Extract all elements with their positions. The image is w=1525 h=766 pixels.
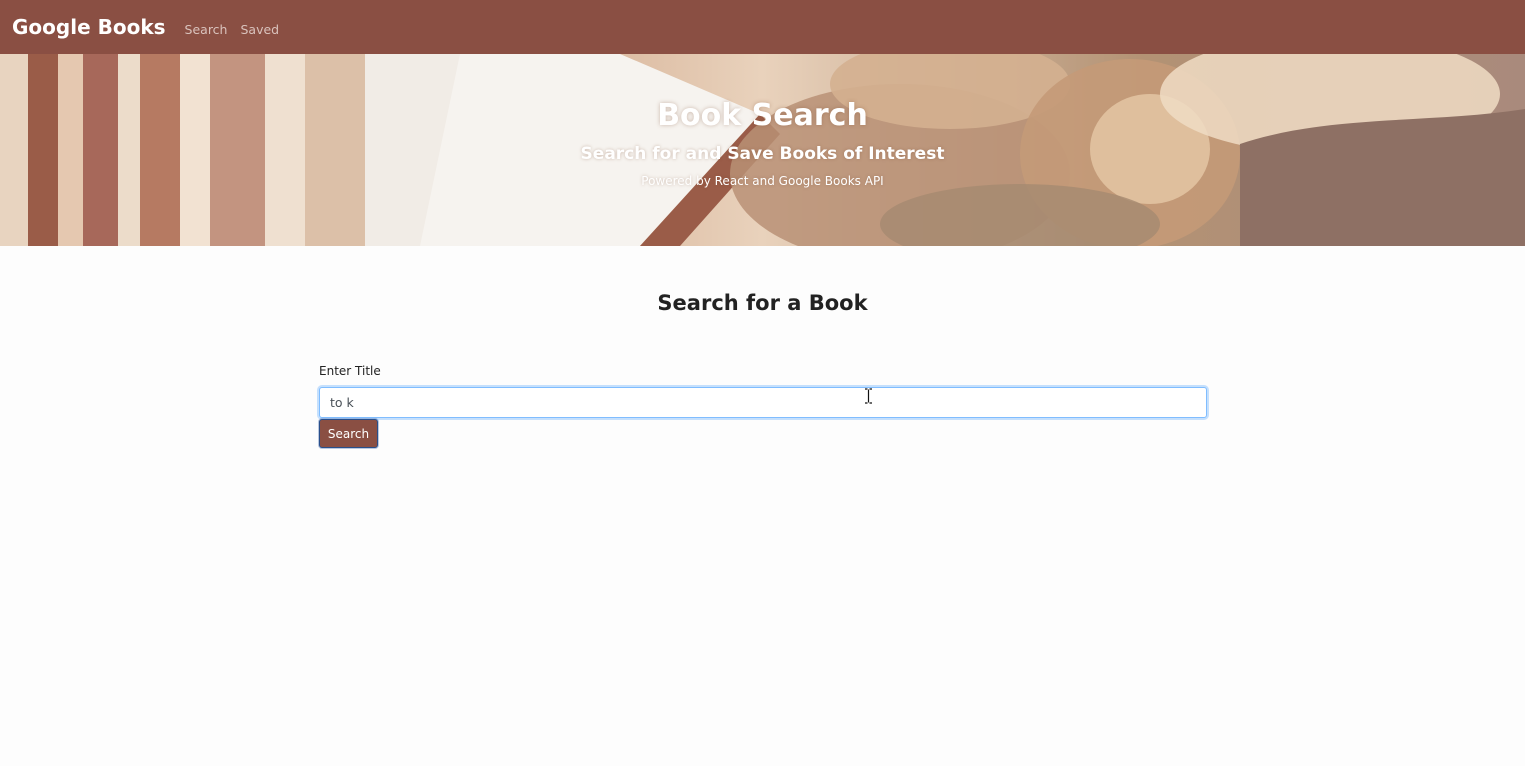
- page-title: Search for a Book: [657, 291, 868, 315]
- hero-banner: Book Search Search for and Save Books of…: [0, 54, 1525, 246]
- hero-title: Book Search: [657, 98, 868, 133]
- title-input[interactable]: [319, 387, 1207, 418]
- top-navbar: Google Books Search Saved: [0, 0, 1525, 54]
- title-field-label: Enter Title: [319, 364, 381, 378]
- hero-caption: Powered by React and Google Books API: [641, 174, 884, 188]
- nav-link-saved[interactable]: Saved: [240, 22, 279, 37]
- nav-link-search[interactable]: Search: [185, 22, 228, 37]
- brand-link[interactable]: Google Books: [12, 15, 166, 39]
- search-button[interactable]: Search: [319, 419, 378, 448]
- hero-subtitle: Search for and Save Books of Interest: [580, 144, 945, 164]
- text-cursor-icon: [865, 388, 872, 404]
- hero-content: Book Search Search for and Save Books of…: [0, 54, 1525, 246]
